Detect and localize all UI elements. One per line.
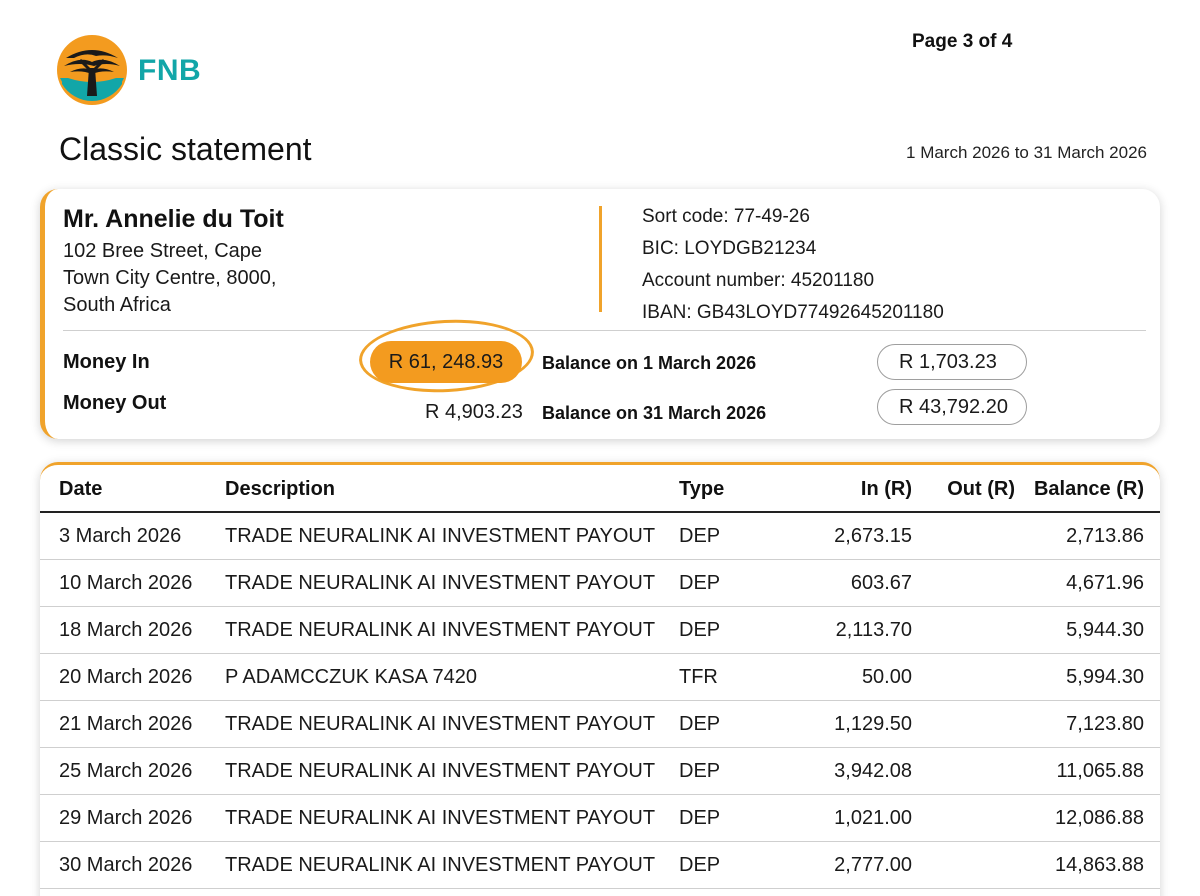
closing-balance-value: R 43,792.20 <box>877 389 1027 425</box>
opening-balance-label: Balance on 1 March 2026 <box>542 353 757 373</box>
cell-type: TFR <box>679 666 718 688</box>
cell-description: TRADE NEURALINK AI INVESTMENT PAYOUT <box>225 619 656 641</box>
money-out-value: R 4,903.23 <box>425 401 523 423</box>
cell-in: 1,021.00 <box>834 807 912 829</box>
column-header-in: In (R) <box>860 478 912 500</box>
table-header: Date Description Type In (R) Out (R) Bal… <box>40 465 1160 513</box>
account-summary-card: Mr. Annelie du Toit 102 Bree Street, Cap… <box>40 189 1160 439</box>
statement-period: 1 March 2026 to 31 March 2026 <box>906 143 1147 162</box>
cell-date: 20 March 2026 <box>59 666 193 688</box>
horizontal-divider <box>63 330 1146 331</box>
address-line: Town City Centre, 8000, <box>63 267 277 289</box>
cell-balance: 4,671.96 <box>1066 572 1144 594</box>
table-row: 25 March 2026 TRADE NEURALINK AI INVESTM… <box>40 748 1160 795</box>
column-header-out: Out (R) <box>947 478 1015 500</box>
statement-title: Classic statement <box>59 131 312 167</box>
cell-in: 1,129.50 <box>834 713 912 735</box>
cell-in: 3,942.08 <box>834 760 912 782</box>
money-in-value: R 61, 248.93 <box>370 341 522 383</box>
cell-balance: 5,994.30 <box>1066 666 1144 688</box>
cell-balance: 12,086.88 <box>1055 807 1144 829</box>
cell-in: 50.00 <box>861 666 912 688</box>
cell-balance: 2,713.86 <box>1066 525 1144 547</box>
statement-page: FNB Page 3 of 4 Classic statement 1 Marc… <box>0 0 1200 896</box>
vertical-divider <box>599 206 602 312</box>
cell-in: 2,113.70 <box>835 619 912 641</box>
cell-description: TRADE NEURALINK AI INVESTMENT PAYOUT <box>225 854 656 876</box>
table-row: 10 March 2026 TRADE NEURALINK AI INVESTM… <box>40 560 1160 607</box>
cell-balance: 11,065.88 <box>1056 760 1145 782</box>
page-number: Page 3 of 4 <box>912 31 1013 52</box>
money-in-label: Money In <box>63 351 150 373</box>
cell-description: P ADAMCCZUK KASA 7420 <box>225 666 477 688</box>
cell-balance: 14,863.88 <box>1055 854 1144 876</box>
column-header-date: Date <box>59 478 103 500</box>
cell-type: DEP <box>679 854 721 876</box>
cell-date: 21 March 2026 <box>59 713 193 735</box>
table-row: 18 March 2026 TRADE NEURALINK AI INVESTM… <box>40 607 1160 654</box>
cell-in: 603.67 <box>850 572 912 594</box>
column-header-type: Type <box>679 478 725 500</box>
cell-type: DEP <box>679 760 721 782</box>
cell-description: TRADE NEURALINK AI INVESTMENT PAYOUT <box>225 525 656 547</box>
cell-description: TRADE NEURALINK AI INVESTMENT PAYOUT <box>225 713 656 735</box>
cell-type: DEP <box>679 619 721 641</box>
column-header-balance: Balance (R) <box>1033 478 1144 500</box>
cell-in: 2,673.15 <box>834 525 912 547</box>
column-header-description: Description <box>225 478 336 500</box>
address-line: South Africa <box>63 294 171 316</box>
cell-type: DEP <box>679 572 721 594</box>
cell-balance: 7,123.80 <box>1066 713 1144 735</box>
table-row: 21 March 2026 TRADE NEURALINK AI INVESTM… <box>40 701 1160 748</box>
bank-details: Sort code: 77-49-26 BIC: LOYDGB21234 Acc… <box>642 201 944 329</box>
money-out-label: Money Out <box>63 392 167 414</box>
transactions-table: Date Description Type In (R) Out (R) Bal… <box>40 462 1160 896</box>
account-holder-name: Mr. Annelie du Toit <box>63 205 284 233</box>
brand-name: FNB <box>138 54 202 87</box>
cell-type: DEP <box>679 807 721 829</box>
iban: IBAN: GB43LOYD77492645201180 <box>642 302 944 323</box>
table-row: 30 March 2026 TRADE NEURALINK AI INVESTM… <box>40 842 1160 889</box>
cell-description: TRADE NEURALINK AI INVESTMENT PAYOUT <box>225 807 656 829</box>
cell-balance: 5,944.30 <box>1066 619 1144 641</box>
table-row: 3 March 2026 TRADE NEURALINK AI INVESTME… <box>40 513 1160 560</box>
closing-balance-label: Balance on 31 March 2026 <box>542 403 767 423</box>
sort-code: Sort code: 77-49-26 <box>642 206 810 227</box>
cell-date: 18 March 2026 <box>59 619 193 641</box>
cell-description: TRADE NEURALINK AI INVESTMENT PAYOUT <box>225 760 656 782</box>
cell-date: 10 March 2026 <box>59 572 193 594</box>
fnb-tree-logo-icon <box>57 35 127 105</box>
cell-date: 30 March 2026 <box>59 854 193 876</box>
bic-code: BIC: LOYDGB21234 <box>642 238 817 259</box>
opening-balance-value: R 1,703.23 <box>877 344 1027 380</box>
cell-date: 3 March 2026 <box>59 525 182 547</box>
table-row: 20 March 2026 P ADAMCCZUK KASA 7420 TFR … <box>40 654 1160 701</box>
cell-type: DEP <box>679 713 721 735</box>
cell-date: 25 March 2026 <box>59 760 193 782</box>
cell-type: DEP <box>679 525 721 547</box>
account-holder-address: 102 Bree Street, Cape Town City Centre, … <box>63 238 276 319</box>
cell-date: 29 March 2026 <box>59 807 193 829</box>
address-line: 102 Bree Street, Cape <box>63 240 263 262</box>
table-row: 29 March 2026 TRADE NEURALINK AI INVESTM… <box>40 795 1160 842</box>
account-number: Account number: 45201180 <box>642 270 875 291</box>
cell-in: 2,777.00 <box>834 854 912 876</box>
cell-description: TRADE NEURALINK AI INVESTMENT PAYOUT <box>225 572 656 594</box>
